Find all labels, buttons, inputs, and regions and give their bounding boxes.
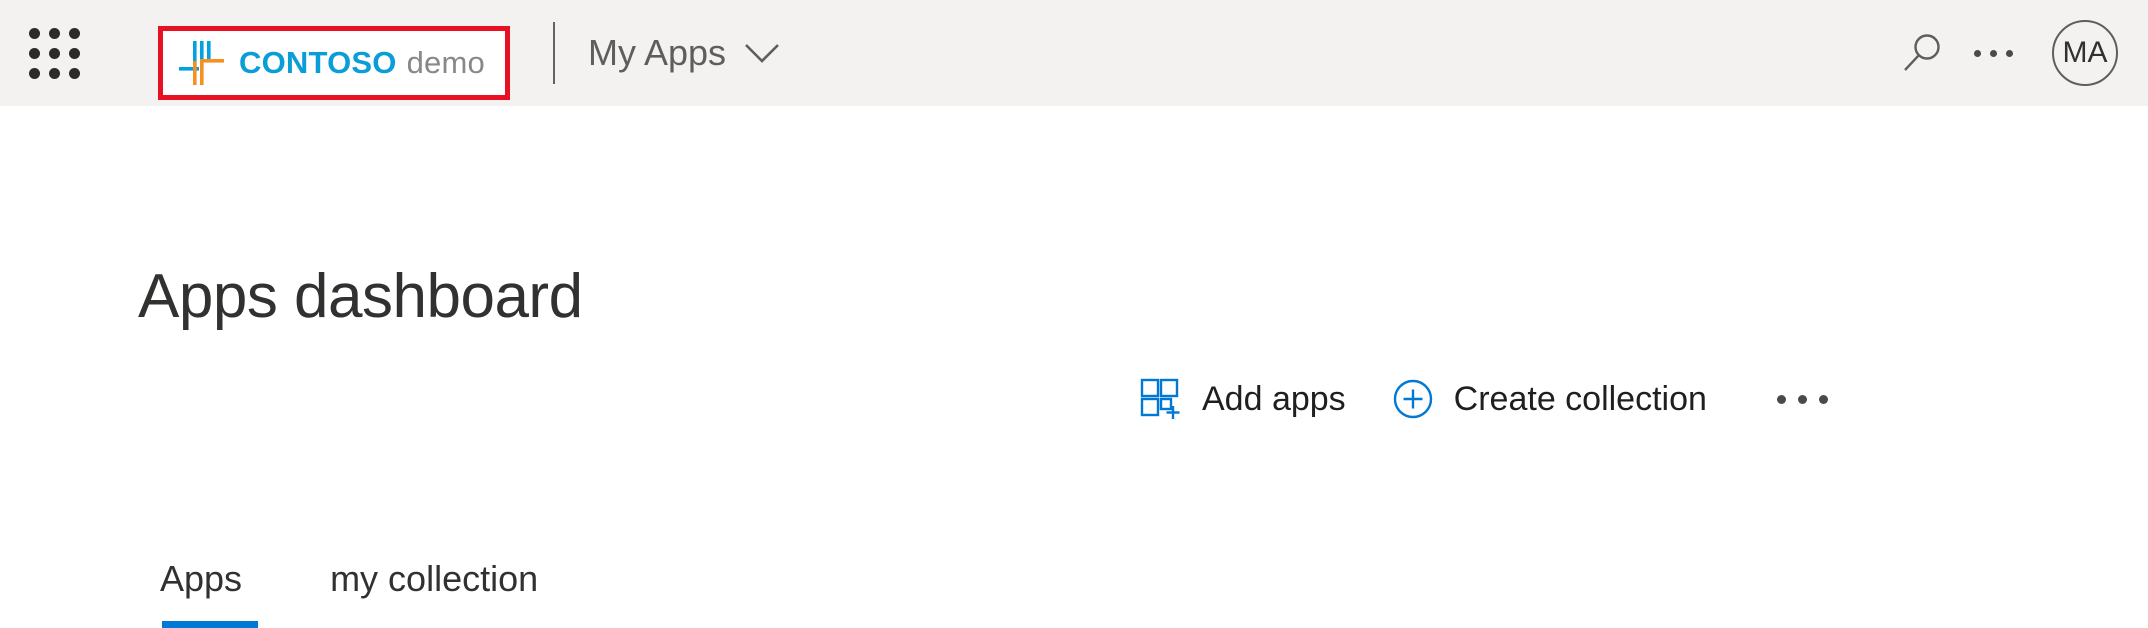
page-title: Apps dashboard — [138, 262, 583, 331]
header-divider — [553, 22, 555, 84]
waffle-dot — [48, 67, 60, 79]
add-apps-label: Add apps — [1202, 379, 1346, 418]
app-name-menu[interactable]: My Apps — [588, 0, 780, 106]
command-bar: Add apps Create collection — [1140, 378, 1836, 420]
ellipsis-dot — [1797, 394, 1807, 404]
tab-apps[interactable]: Apps — [160, 558, 258, 628]
tab-active-indicator — [162, 621, 258, 628]
header-actions: MA — [1888, 0, 2148, 106]
ellipsis-icon — [1973, 49, 2013, 57]
suite-header: CONTOSO demo My Apps MA — [0, 0, 2148, 106]
waffle-dot — [48, 27, 60, 39]
search-icon — [1904, 34, 1940, 71]
waffle-dot — [68, 47, 80, 59]
tab-apps-label: Apps — [160, 558, 243, 599]
app-name-label: My Apps — [588, 32, 727, 73]
app-launcher-waffle-icon — [28, 27, 80, 79]
tab-list: Apps my collection — [160, 558, 538, 628]
avatar[interactable]: MA — [2052, 20, 2118, 86]
main-content: Apps dashboard Add apps Create collectio… — [0, 106, 2148, 628]
ellipsis-dot — [1818, 394, 1828, 404]
create-collection-label: Create collection — [1453, 379, 1707, 418]
create-collection-button[interactable]: Create collection — [1392, 378, 1707, 420]
waffle-dot — [68, 67, 80, 79]
brand-name: CONTOSO — [239, 45, 397, 80]
chevron-down-icon — [744, 42, 780, 64]
add-apps-grid-icon — [1140, 378, 1182, 420]
avatar-initials: MA — [2062, 36, 2108, 69]
ellipsis-dot — [1776, 394, 1786, 404]
tab-my-collection-label: my collection — [330, 558, 539, 599]
circle-plus-icon — [1392, 378, 1434, 420]
tab-my-collection[interactable]: my collection — [330, 558, 538, 628]
brand-wordmark: CONTOSO demo — [239, 45, 485, 81]
waffle-dot — [28, 67, 40, 79]
app-launcher-button[interactable] — [22, 21, 86, 85]
contoso-logo-mark — [179, 41, 224, 85]
header-more-button[interactable] — [1958, 18, 2028, 88]
add-apps-button[interactable]: Add apps — [1140, 378, 1346, 420]
command-overflow-button[interactable] — [1769, 381, 1836, 418]
brand-subtitle: demo — [406, 45, 485, 80]
waffle-dot — [48, 47, 60, 59]
search-button[interactable] — [1888, 18, 1958, 88]
waffle-dot — [28, 27, 40, 39]
waffle-dot — [68, 27, 80, 39]
branding-highlight-box[interactable]: CONTOSO demo — [158, 26, 510, 100]
waffle-dot — [28, 47, 40, 59]
